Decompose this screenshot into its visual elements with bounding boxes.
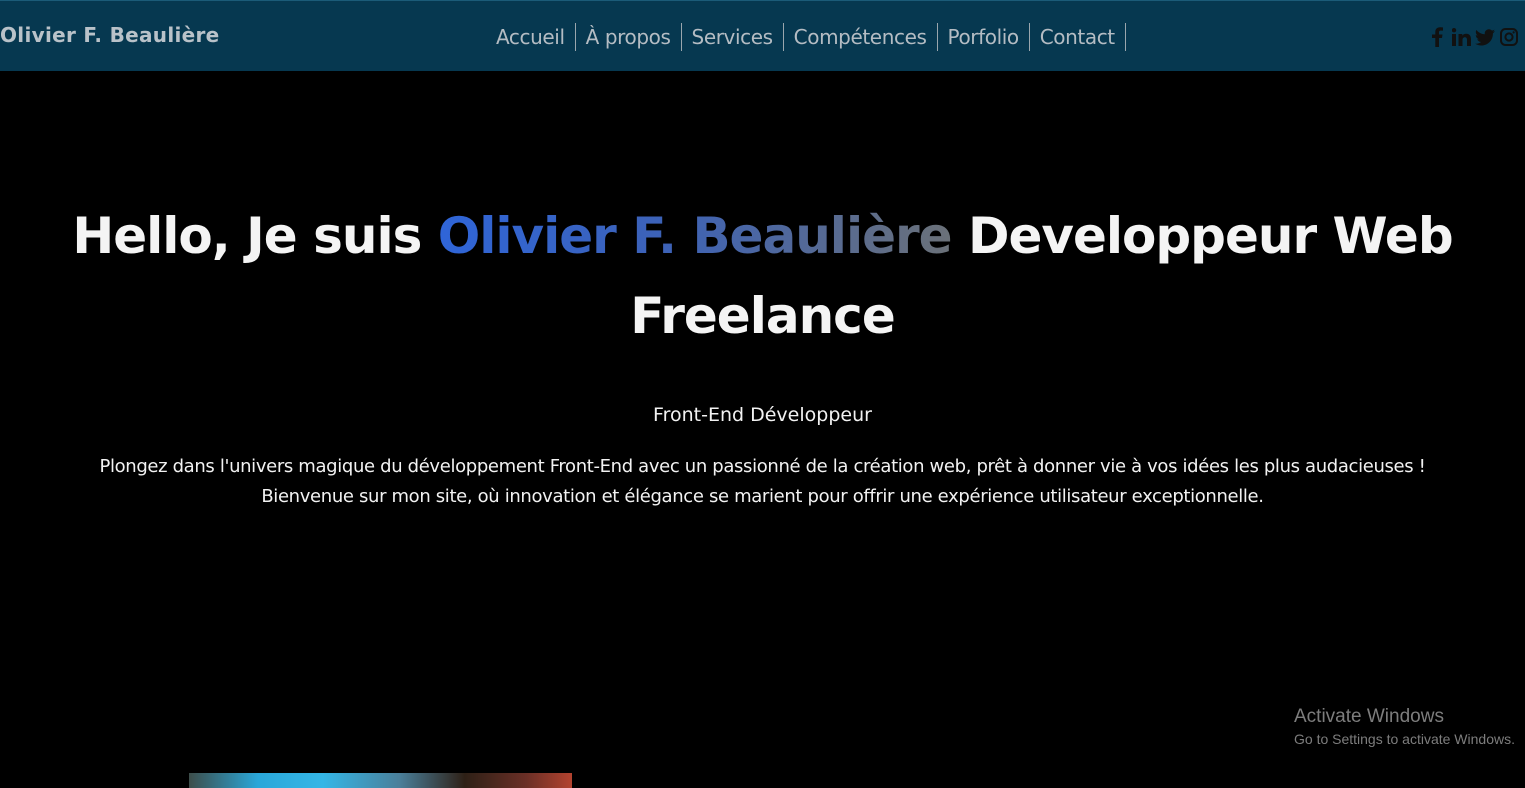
hero-photo: [189, 773, 572, 788]
page: Olivier F. Beaulière Accueil À propos Se…: [0, 0, 1525, 788]
main-nav: Accueil À propos Services Compétences Po…: [486, 23, 1126, 51]
nav-link-services[interactable]: Services: [682, 23, 784, 51]
windows-activation-watermark: Activate Windows Go to Settings to activ…: [1294, 706, 1515, 750]
brand-logo-text[interactable]: Olivier F. Beaulière: [0, 23, 220, 47]
watermark-title: Activate Windows: [1294, 706, 1444, 727]
hero-title: Hello, Je suis Olivier F. Beaulière Deve…: [60, 196, 1465, 356]
twitter-icon[interactable]: [1475, 27, 1495, 47]
facebook-icon[interactable]: [1427, 27, 1447, 47]
hero-subtitle: Front-End Développeur: [653, 404, 872, 426]
navbar: Olivier F. Beaulière Accueil À propos Se…: [0, 0, 1525, 71]
hero-description: Plongez dans l'univers magique du dévelo…: [99, 456, 1426, 507]
watermark-subtitle: Go to Settings to activate Windows.: [1294, 731, 1515, 747]
nav-link-competences[interactable]: Compétences: [784, 23, 938, 51]
linkedin-icon[interactable]: [1451, 27, 1471, 47]
nav-link-accueil[interactable]: Accueil: [486, 23, 576, 51]
nav-link-a-propos[interactable]: À propos: [576, 23, 682, 51]
hero-title-prefix: Hello, Je suis: [72, 207, 438, 265]
hero-title-name: Olivier F. Beaulière: [437, 207, 953, 265]
nav-link-porfolio[interactable]: Porfolio: [938, 23, 1030, 51]
instagram-icon[interactable]: [1499, 27, 1519, 47]
nav-link-contact[interactable]: Contact: [1030, 23, 1126, 51]
social-links: [1427, 27, 1519, 47]
